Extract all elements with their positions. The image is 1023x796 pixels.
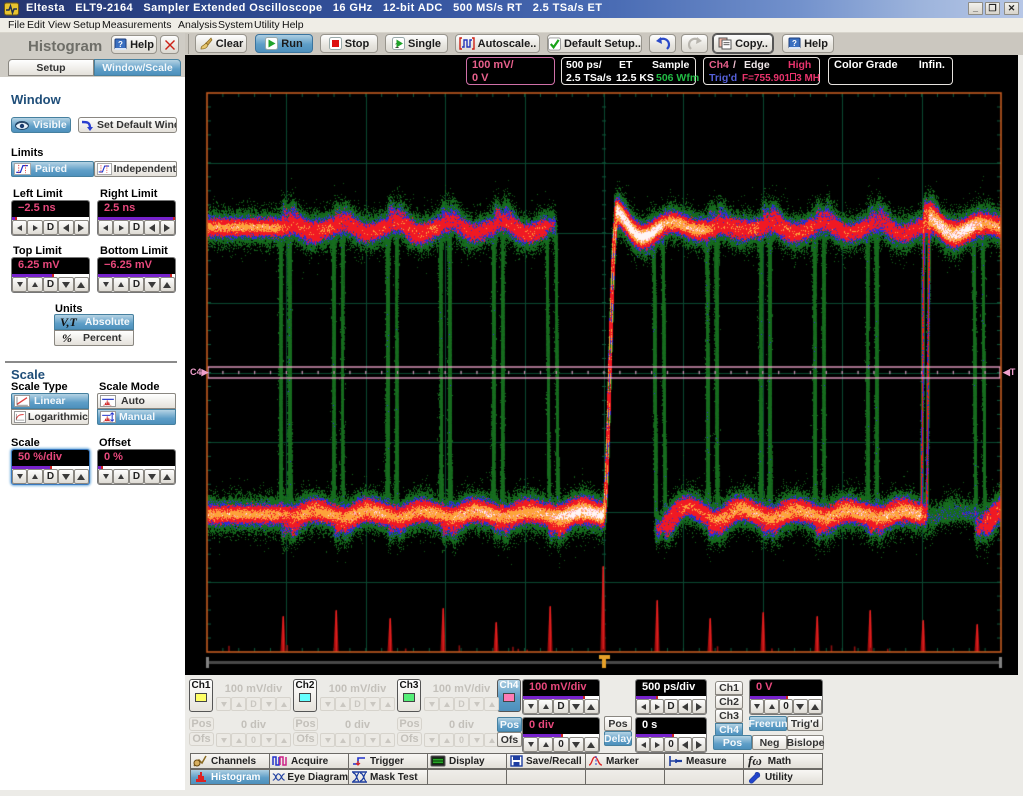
svg-text:?: ? <box>792 39 797 48</box>
svg-text:?: ? <box>118 40 123 49</box>
